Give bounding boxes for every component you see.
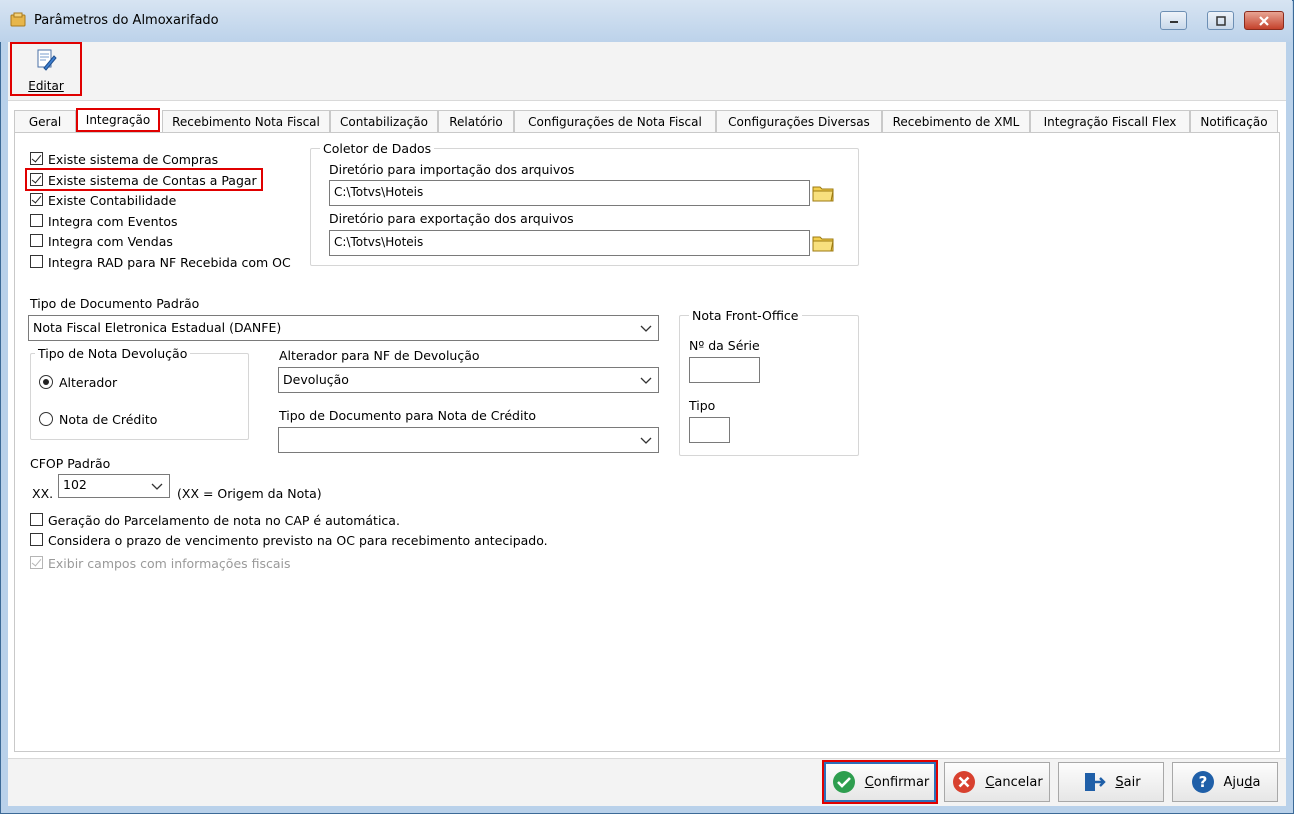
rad-label: Integra RAD para NF Recebida com OC: [48, 255, 291, 270]
maximize-icon: [1208, 12, 1233, 29]
nota-credito-radio-label: Nota de Crédito: [59, 412, 158, 427]
contas-pagar-label: Existe sistema de Contas a Pagar: [48, 173, 257, 188]
close-button[interactable]: [1244, 11, 1284, 30]
cfop-select[interactable]: 102: [58, 474, 170, 498]
nota-credito-radio[interactable]: [39, 412, 53, 426]
cfop-value: 102: [63, 477, 87, 492]
tab-geral[interactable]: Geral: [14, 110, 76, 132]
exit-label: Sair: [1115, 774, 1141, 790]
tipo-doc-credito-select[interactable]: [278, 427, 659, 453]
app-folder-icon: [10, 12, 26, 28]
eventos-checkbox[interactable]: [30, 214, 43, 227]
edit-label: Editar: [28, 79, 64, 93]
cancel-button[interactable]: Cancelar: [944, 762, 1050, 802]
tab-integracao-fiscall-flex[interactable]: Integração Fiscall Flex: [1030, 110, 1190, 132]
tipo-documento-label: Tipo de Documento Padrão: [30, 296, 200, 311]
import-folder-button[interactable]: [810, 181, 836, 205]
chevron-down-icon: [640, 325, 652, 332]
alterador-label: Alterador para NF de Devolução: [279, 348, 480, 363]
cancel-label: Cancelar: [985, 774, 1043, 790]
import-dir-input[interactable]: C:\Totvs\Hoteis: [329, 180, 810, 206]
export-dir-input[interactable]: C:\Totvs\Hoteis: [329, 230, 810, 256]
vendas-label: Integra com Vendas: [48, 234, 173, 249]
folder-icon: [812, 236, 834, 252]
svg-text:?: ?: [1198, 773, 1207, 791]
tipo-label: Tipo: [689, 398, 716, 413]
cfop-note: (XX = Origem da Nota): [177, 486, 322, 501]
coletor-title: Coletor de Dados: [320, 141, 435, 156]
confirm-label: Confirmar: [864, 774, 930, 790]
parcelamento-label: Geração do Parcelamento de nota no CAP é…: [48, 513, 400, 528]
compras-label: Existe sistema de Compras: [48, 152, 219, 167]
cfop-prefix: XX.: [32, 486, 54, 501]
exit-button[interactable]: Sair: [1058, 762, 1164, 802]
eventos-label: Integra com Eventos: [48, 214, 178, 229]
tab-relatorio[interactable]: Relatório: [438, 110, 514, 132]
contabilidade-label: Existe Contabilidade: [48, 193, 177, 208]
tipo-input[interactable]: [689, 417, 730, 443]
tab-configuracoes-nota-fiscal[interactable]: Configurações de Nota Fiscal: [514, 110, 716, 132]
confirm-button[interactable]: Confirmar: [822, 760, 938, 804]
tipo-documento-select[interactable]: Nota Fiscal Eletronica Estadual (DANFE): [28, 315, 659, 341]
alterador-select[interactable]: Devolução: [278, 367, 659, 393]
import-dir-label: Diretório para importação dos arquivos: [329, 162, 575, 177]
maximize-button[interactable]: [1207, 11, 1234, 30]
tab-configuracoes-diversas[interactable]: Configurações Diversas: [716, 110, 882, 132]
rad-checkbox[interactable]: [30, 255, 43, 268]
prazo-vencimento-checkbox[interactable]: [30, 533, 43, 546]
check-circle-icon: [831, 769, 857, 795]
campos-fiscais-label: Exibir campos com informações fiscais: [48, 556, 291, 571]
edit-button[interactable]: Editar: [10, 42, 82, 96]
alterador-value: Devolução: [283, 372, 349, 387]
contas-pagar-checkbox[interactable]: [30, 173, 43, 186]
chevron-down-icon: [151, 483, 163, 490]
tab-recebimento-xml[interactable]: Recebimento de XML: [882, 110, 1030, 132]
tipo-documento-value: Nota Fiscal Eletronica Estadual (DANFE): [33, 320, 282, 335]
alterador-radio[interactable]: [39, 375, 53, 389]
minimize-button[interactable]: [1160, 11, 1187, 30]
campos-fiscais-checkbox: [30, 556, 43, 569]
export-dir-label: Diretório para exportação dos arquivos: [329, 211, 574, 226]
tab-contabilizacao[interactable]: Contabilização: [330, 110, 438, 132]
serie-label: Nº da Série: [689, 338, 760, 353]
contabilidade-checkbox[interactable]: [30, 193, 43, 206]
prazo-vencimento-label: Considera o prazo de vencimento previsto…: [48, 533, 548, 548]
minimize-icon: [1161, 12, 1186, 29]
title-bar[interactable]: Parâmetros do Almoxarifado: [0, 0, 1292, 42]
alterador-radio-label: Alterador: [59, 375, 118, 390]
close-icon: [1245, 12, 1283, 29]
serie-input[interactable]: [689, 357, 760, 383]
help-question-icon: ?: [1190, 769, 1216, 795]
tab-strip: Geral Integração Recebimento Nota Fiscal…: [14, 108, 1280, 132]
nota-devolucao-title: Tipo de Nota Devolução: [35, 346, 191, 361]
help-label: Ajuda: [1223, 774, 1261, 790]
tab-integracao[interactable]: Integração: [76, 108, 160, 132]
toolbar: [8, 42, 1286, 101]
vendas-checkbox[interactable]: [30, 234, 43, 247]
tab-recebimento-nota-fiscal[interactable]: Recebimento Nota Fiscal: [162, 110, 330, 132]
cancel-x-icon: [951, 769, 977, 795]
tab-notificacao[interactable]: Notificação: [1190, 110, 1278, 132]
window-title: Parâmetros do Almoxarifado: [34, 13, 219, 28]
compras-checkbox[interactable]: [30, 152, 43, 165]
chevron-down-icon: [640, 437, 652, 444]
chevron-down-icon: [640, 377, 652, 384]
help-button[interactable]: ? Ajuda: [1172, 762, 1278, 802]
tipo-doc-credito-label: Tipo de Documento para Nota de Crédito: [279, 408, 536, 423]
parcelamento-checkbox[interactable]: [30, 513, 43, 526]
edit-document-icon: [35, 48, 57, 75]
export-folder-button[interactable]: [810, 231, 836, 255]
cfop-label: CFOP Padrão: [30, 456, 111, 471]
front-office-title: Nota Front-Office: [689, 308, 802, 323]
exit-door-icon: [1081, 769, 1107, 795]
folder-icon: [812, 186, 834, 202]
